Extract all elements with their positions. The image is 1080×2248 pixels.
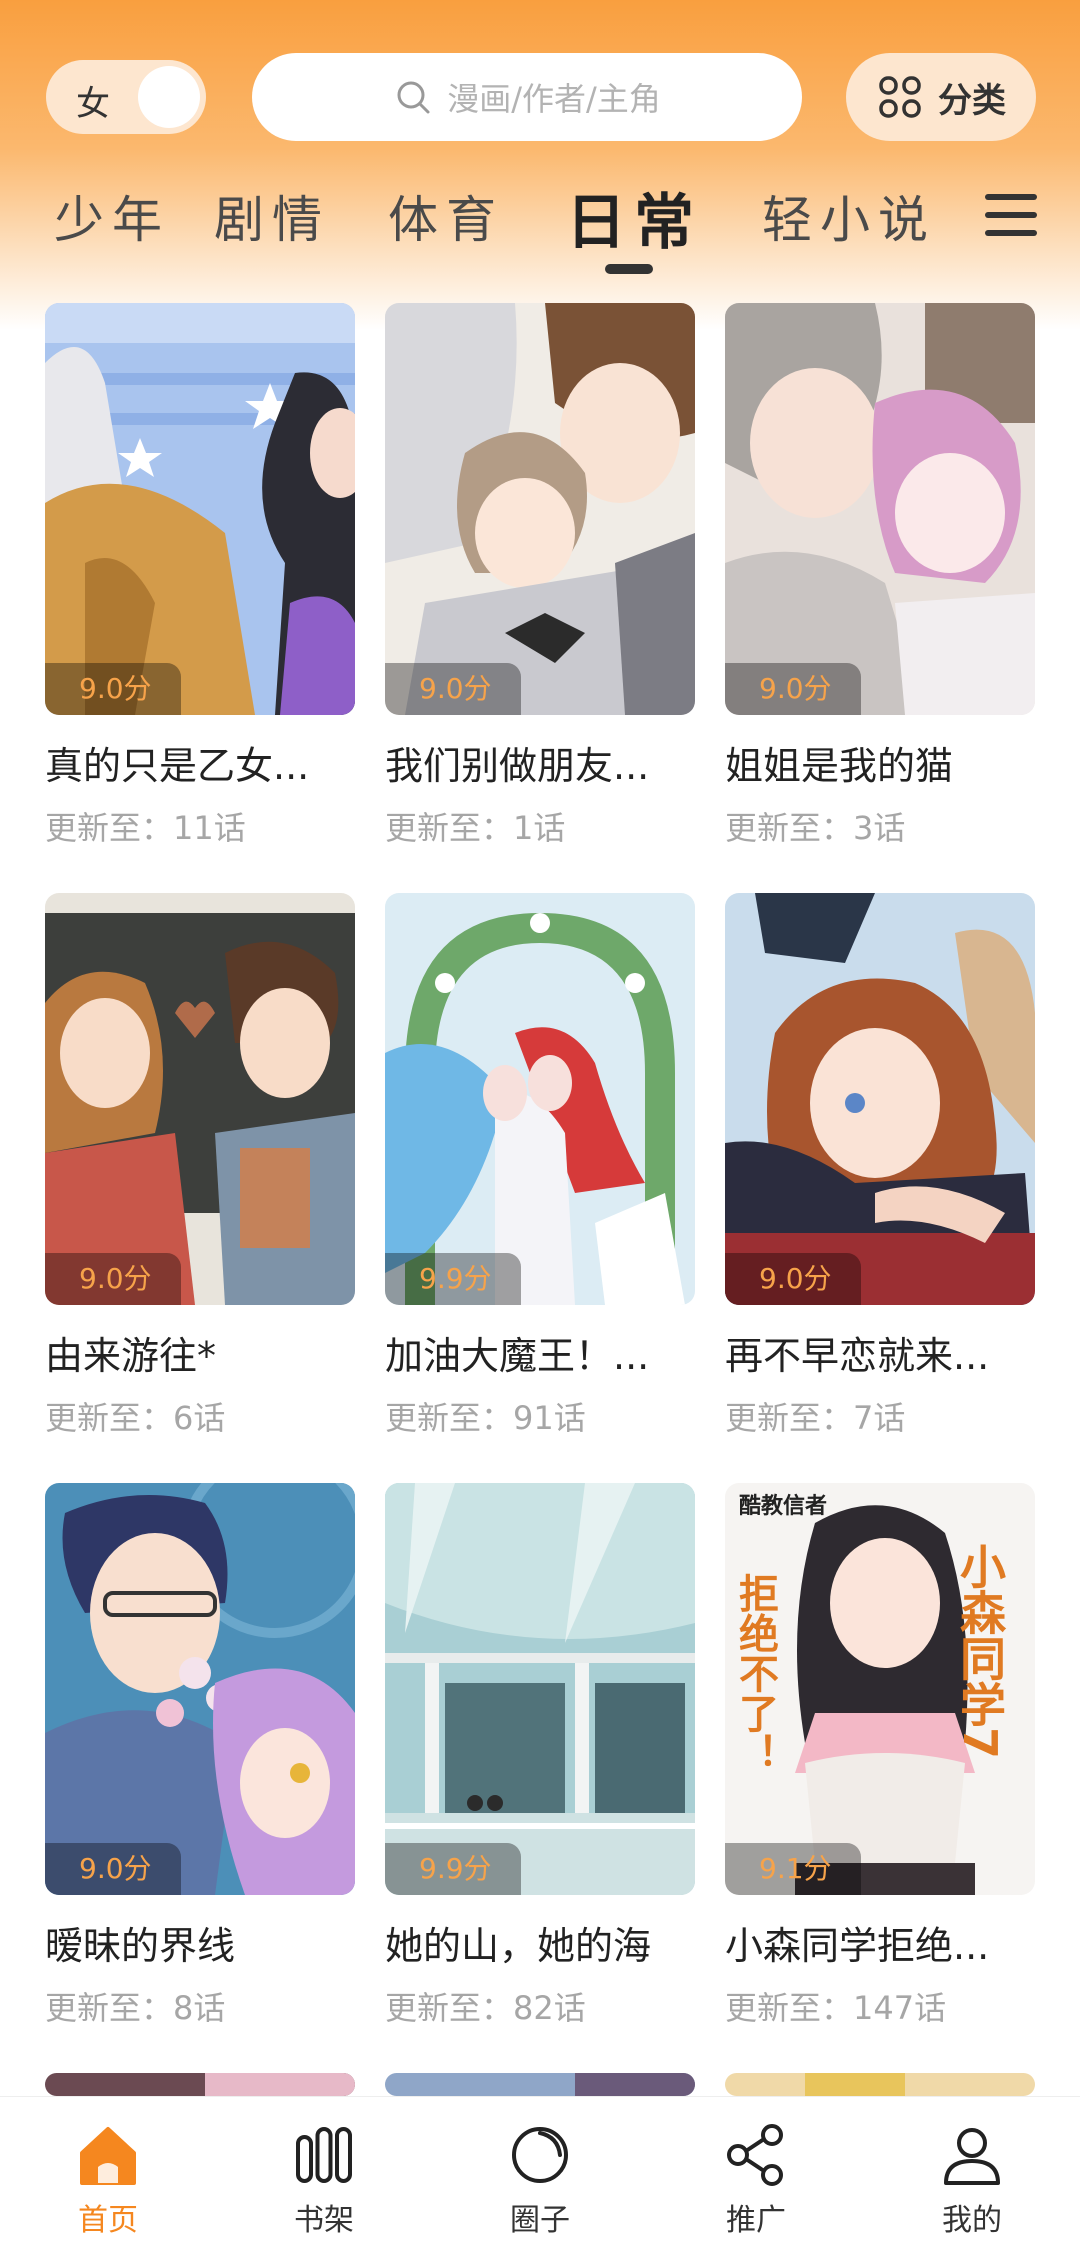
score-badge: 9.0分	[385, 663, 521, 715]
score-badge: 9.0分	[725, 1253, 861, 1305]
nav-promote-label: 推广	[726, 2203, 786, 2238]
nav-bookshelf-label: 书架	[294, 2203, 354, 2238]
tab-richang[interactable]: 日常	[566, 174, 702, 261]
comic-cover[interactable]	[45, 893, 355, 1305]
comic-title[interactable]: 由来游往*	[45, 1325, 355, 1380]
menu-icon[interactable]	[985, 192, 1037, 238]
search-icon	[397, 81, 430, 114]
score-badge: 9.1分	[725, 1843, 861, 1895]
gender-label: 女	[76, 84, 110, 124]
bottom-navigation: 首页 书架 圈子 推广 我的	[0, 2096, 1080, 2248]
cover-author-text: 酷教信者	[739, 1493, 827, 1519]
comic-title[interactable]: 小森同学拒绝...	[725, 1915, 1035, 1970]
score-badge: 9.9分	[385, 1253, 521, 1305]
comic-title[interactable]: 姐姐是我的猫	[725, 735, 1035, 790]
cover-title-text: 小森同学7	[953, 1543, 1007, 1759]
update-status: 更新至：7话	[725, 1399, 906, 1437]
comic-cover[interactable]	[45, 1483, 355, 1895]
comic-cover[interactable]	[725, 893, 1035, 1305]
nav-mine[interactable]: 我的	[864, 2097, 1080, 2248]
comic-title[interactable]: 真的只是乙女...	[45, 735, 355, 790]
home-icon	[80, 2127, 136, 2185]
user-icon	[944, 2128, 1000, 2185]
gender-toggle[interactable]: 女	[46, 60, 206, 134]
update-status: 更新至：82话	[385, 1989, 586, 2027]
search-placeholder: 漫画/作者/主角	[447, 80, 661, 118]
update-status: 更新至：8话	[45, 1989, 226, 2027]
tab-qingxiaoshuo[interactable]: 轻小说	[762, 180, 936, 252]
nav-mine-label: 我的	[942, 2203, 1002, 2238]
update-status: 更新至：3话	[725, 809, 906, 847]
nav-home-label: 首页	[78, 2203, 138, 2238]
nav-circle[interactable]: 圈子	[432, 2097, 648, 2248]
tab-shaonian[interactable]: 少年	[54, 180, 170, 252]
bookshelf-icon	[296, 2127, 352, 2183]
score-badge: 9.0分	[45, 1843, 181, 1895]
nav-promote[interactable]: 推广	[648, 2097, 864, 2248]
comic-cover[interactable]	[385, 1483, 695, 1895]
search-input[interactable]: 漫画/作者/主角	[252, 53, 802, 141]
nav-home[interactable]: 首页	[0, 2097, 216, 2248]
nav-bookshelf[interactable]: 书架	[216, 2097, 432, 2248]
toggle-knob	[138, 66, 200, 128]
update-status: 更新至：11话	[45, 809, 246, 847]
score-badge: 9.0分	[45, 1253, 181, 1305]
tab-indicator	[605, 264, 653, 274]
category-tabs: 少年 剧情 体育 日常 轻小说	[0, 180, 1080, 290]
comic-title[interactable]: 暧昧的界线	[45, 1915, 355, 1970]
comic-title[interactable]: 再不早恋就来...	[725, 1325, 1035, 1380]
update-status: 更新至：91话	[385, 1399, 586, 1437]
comic-cover[interactable]: 酷教信者 小森同学7 拒绝不了！	[725, 1483, 1035, 1895]
top-bar: 女 漫画/作者/主角 分类	[0, 0, 1080, 170]
comic-title[interactable]: 她的山，她的海	[385, 1915, 695, 1970]
update-status: 更新至：147话	[725, 1989, 947, 2027]
tab-tiyu[interactable]: 体育	[388, 180, 504, 252]
category-button[interactable]: 分类	[846, 53, 1036, 141]
comic-cover[interactable]	[45, 303, 355, 715]
update-status: 更新至：1话	[385, 809, 566, 847]
cover-subtitle-text: 拒绝不了！	[732, 1573, 779, 1773]
score-badge: 9.9分	[385, 1843, 521, 1895]
comic-cover[interactable]	[725, 2073, 1035, 2096]
comic-cover[interactable]	[45, 2073, 355, 2096]
comic-cover[interactable]	[385, 893, 695, 1305]
comic-cover[interactable]	[725, 303, 1035, 715]
comic-cover[interactable]	[385, 303, 695, 715]
comic-cover[interactable]	[385, 2073, 695, 2096]
grid-icon	[879, 76, 921, 118]
nav-circle-label: 圈子	[510, 2203, 570, 2238]
comic-title[interactable]: 加油大魔王！...	[385, 1325, 695, 1380]
score-badge: 9.0分	[45, 663, 181, 715]
update-status: 更新至：6话	[45, 1399, 226, 1437]
share-icon	[727, 2124, 783, 2186]
tab-juqing[interactable]: 剧情	[214, 180, 330, 252]
score-badge: 9.0分	[725, 663, 861, 715]
category-label: 分类	[938, 80, 1006, 121]
comic-title[interactable]: 我们别做朋友...	[385, 735, 695, 790]
circle-icon	[512, 2127, 568, 2183]
